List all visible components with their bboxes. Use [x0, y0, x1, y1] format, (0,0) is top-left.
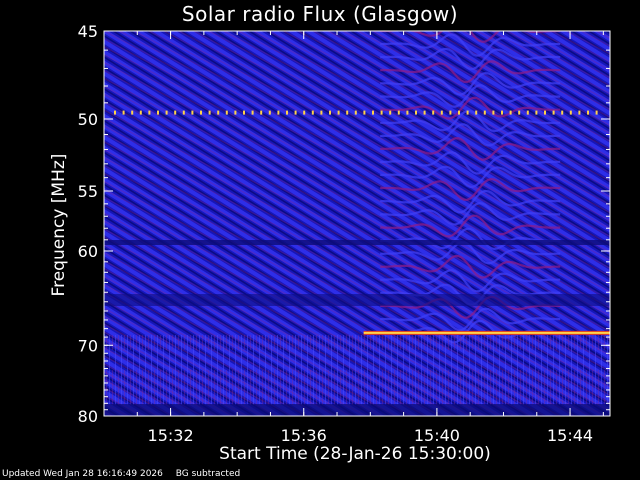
interference-dot: [157, 110, 159, 115]
interference-dot: [174, 110, 177, 115]
interference-dot: [114, 110, 116, 115]
background-note: BG subtracted: [175, 469, 241, 479]
interference-dot: [200, 110, 202, 115]
interference-dot: [475, 110, 478, 115]
interference-dot: [389, 110, 392, 115]
interference-dot: [544, 110, 546, 115]
interference-dot: [578, 110, 581, 115]
interference-dot: [518, 110, 521, 115]
interference-dot: [208, 110, 211, 115]
interference-dot: [243, 110, 245, 115]
dark-band: [104, 404, 610, 416]
interference-dot: [337, 110, 340, 115]
interference-dot: [363, 110, 366, 115]
interference-dot: [165, 110, 168, 115]
interference-dot: [139, 110, 142, 115]
interference-dot: [535, 110, 538, 115]
interference-dot: [286, 110, 288, 115]
y-tick-label: 50: [78, 110, 98, 129]
interference-dot: [277, 110, 280, 115]
x-tick-label: 15:32: [148, 426, 194, 445]
lower-noise-region: [104, 335, 610, 405]
chart-title: Solar radio Flux (Glasgow): [181, 2, 459, 26]
interference-dot: [372, 110, 374, 115]
interference-dot: [191, 110, 194, 115]
interference-dot: [423, 110, 426, 115]
interference-dot: [492, 110, 495, 115]
interference-dot: [466, 110, 469, 115]
y-axis-label: Frequency [MHz]: [49, 153, 69, 297]
interference-dot: [251, 110, 254, 115]
interference-dot: [526, 110, 529, 115]
footer: Updated Wed Jan 28 16:16:49 2026 BG subt…: [2, 469, 250, 479]
x-axis-label: Start Time (28-Jan-26 15:30:00): [219, 444, 491, 464]
interference-dot: [432, 110, 435, 115]
interference-dot: [406, 110, 409, 115]
spectrogram-chart: 15:32 15:36 15:40 15:44 455055607080: [78, 22, 611, 445]
y-tick-label: 80: [78, 407, 98, 426]
updated-timestamp: Updated Wed Jan 28 16:16:49 2026: [2, 469, 163, 479]
interference-dot: [595, 110, 598, 115]
interference-band-core: [363, 331, 610, 334]
interference-dot: [148, 110, 151, 115]
interference-dot: [234, 110, 237, 115]
interference-dot: [225, 110, 228, 115]
interference-dot: [303, 110, 306, 115]
interference-dot: [131, 110, 134, 115]
dark-band: [104, 240, 610, 245]
interference-dot: [415, 110, 417, 115]
interference-dot: [217, 110, 220, 115]
plot-area: [104, 31, 610, 416]
interference-dot: [320, 110, 323, 115]
interference-dot: [268, 110, 271, 115]
interference-dot: [397, 110, 400, 115]
interference-dot: [182, 110, 185, 115]
interference-dot: [122, 110, 125, 115]
interference-dot: [561, 110, 564, 115]
interference-dot: [458, 110, 460, 115]
interference-dot: [552, 110, 555, 115]
interference-dot: [294, 110, 297, 115]
y-tick-label: 60: [78, 242, 98, 261]
interference-dot: [569, 110, 572, 115]
interference-dot: [329, 110, 331, 115]
x-tick-label: 15:44: [547, 426, 593, 445]
interference-dot: [346, 110, 349, 115]
interference-dot: [587, 110, 589, 115]
dark-band: [104, 294, 610, 306]
interference-dot: [354, 110, 357, 115]
x-tick-label: 15:40: [414, 426, 460, 445]
y-tick-label: 70: [78, 336, 98, 355]
interference-dot: [440, 110, 443, 115]
interference-dot: [501, 110, 503, 115]
interference-dot: [449, 110, 452, 115]
interference-dot: [380, 110, 383, 115]
interference-dot: [509, 110, 512, 115]
interference-dot: [483, 110, 486, 115]
interference-dot: [260, 110, 263, 115]
interference-dot: [311, 110, 314, 115]
y-tick-label: 55: [78, 182, 98, 201]
x-tick-label: 15:36: [281, 426, 327, 445]
